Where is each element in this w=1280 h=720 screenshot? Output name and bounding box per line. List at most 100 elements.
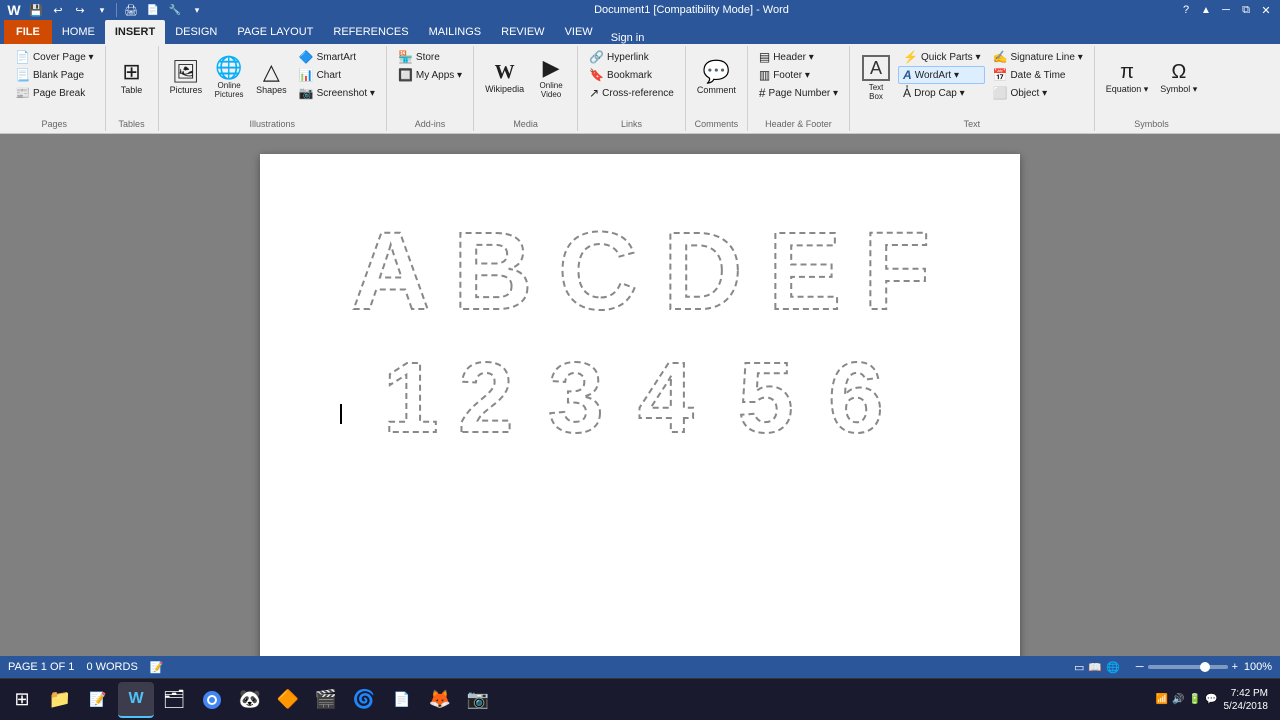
quick-parts-button[interactable]: ⚡ Quick Parts ▾ <box>898 48 985 66</box>
signature-line-button[interactable]: ✍ Signature Line ▾ <box>987 48 1087 66</box>
file-explorer-button[interactable]: 📁 <box>42 682 78 718</box>
smartart-button[interactable]: 🔷 SmartArt <box>294 48 380 66</box>
text-label: Text <box>856 119 1088 129</box>
drop-cap-button[interactable]: A̓ Drop Cap ▾ <box>898 84 985 102</box>
tab-home[interactable]: HOME <box>52 20 105 44</box>
panda-button[interactable]: 🐼 <box>232 682 268 718</box>
more-button[interactable]: 🔧 <box>165 0 185 20</box>
ribbon-group-tables: ⊞ Table Tables <box>106 46 159 131</box>
blank-page-button[interactable]: 📃 Blank Page <box>10 66 99 84</box>
letter-E: E <box>763 204 848 324</box>
restore-button[interactable]: ⧉ <box>1236 0 1256 20</box>
customize2-button[interactable]: ▾ <box>187 0 207 20</box>
view-reading-icon[interactable]: 📖 <box>1088 661 1102 674</box>
view-normal-icon[interactable]: ▭ <box>1074 661 1084 674</box>
cover-page-button[interactable]: 📄 Cover Page ▾ <box>10 48 99 66</box>
addins-col: 🏪 Store 🔲 My Apps ▾ <box>393 48 467 84</box>
number-3: 3 <box>543 334 623 444</box>
start-button[interactable]: ⊞ <box>4 682 40 718</box>
pictures-button[interactable]: 🖼 Pictures <box>165 48 208 108</box>
wordpad-button[interactable]: 📝 <box>80 682 116 718</box>
my-apps-button[interactable]: 🔲 My Apps ▾ <box>393 66 467 84</box>
close-button[interactable]: ✕ <box>1256 0 1276 20</box>
print-button[interactable]: 📄 <box>143 0 163 20</box>
customize-qa-button[interactable]: ▾ <box>92 0 112 20</box>
screenshot-button[interactable]: 📷 Screenshot ▾ <box>294 84 380 102</box>
zoom-out-button[interactable]: ─ <box>1136 661 1144 673</box>
footer-icon: ▥ <box>759 68 770 82</box>
quick-access-toolbar: W 💾 ↩ ↪ ▾ 🖨 📄 🔧 ▾ <box>4 0 207 20</box>
wikipedia-button[interactable]: W Wikipedia <box>480 48 529 108</box>
tray-network-icon[interactable]: 📶 <box>1156 694 1168 705</box>
taskbar: ⊞ 📁 📝 W 🗂 🐼 🔶 🎬 🌀 📄 🦊 📷 📶 🔊 🔋 💬 <box>0 678 1280 720</box>
online-video-button[interactable]: ▶ OnlineVideo <box>531 48 571 108</box>
camera-button[interactable]: 📷 <box>460 682 496 718</box>
equation-button[interactable]: π Equation ▾ <box>1101 48 1154 108</box>
undo-button[interactable]: ↩ <box>48 0 68 20</box>
page-number-button[interactable]: # Page Number ▾ <box>754 84 843 102</box>
firefox-button[interactable]: 🦊 <box>422 682 458 718</box>
tab-design[interactable]: DESIGN <box>165 20 227 44</box>
tab-view[interactable]: VIEW <box>555 20 603 44</box>
word-taskbar-button[interactable]: W <box>118 682 154 718</box>
pdf-button[interactable]: 📄 <box>384 682 420 718</box>
online-pictures-button[interactable]: 🌐 OnlinePictures <box>209 48 249 108</box>
date-time-button[interactable]: 📅 Date & Time <box>987 66 1087 84</box>
video-button[interactable]: 🎬 <box>308 682 344 718</box>
save-button[interactable]: 💾 <box>26 0 46 20</box>
tab-insert[interactable]: INSERT <box>105 20 165 44</box>
hyperlink-button[interactable]: 🔗 Hyperlink <box>584 48 679 66</box>
symbols-label: Symbols <box>1101 119 1203 129</box>
page-break-button[interactable]: 📰 Page Break <box>10 84 99 102</box>
help-button[interactable]: ? <box>1176 0 1196 20</box>
letters-row-2: 1 2 3 4 5 <box>378 334 903 444</box>
comment-button[interactable]: 💬 Comment <box>692 48 741 108</box>
tab-review[interactable]: REVIEW <box>491 20 554 44</box>
ribbon-group-pages: 📄 Cover Page ▾ 📃 Blank Page 📰 Page Break… <box>4 46 106 131</box>
chart-button[interactable]: 📊 Chart <box>294 66 380 84</box>
print-preview-button[interactable]: 🖨 <box>121 0 141 20</box>
cursor-area[interactable] <box>300 454 980 484</box>
zoom-thumb <box>1200 662 1210 672</box>
bookmark-button[interactable]: 🔖 Bookmark <box>584 66 679 84</box>
footer-button[interactable]: ▥ Footer ▾ <box>754 66 843 84</box>
tab-page-layout[interactable]: PAGE LAYOUT <box>227 20 323 44</box>
sign-in-link[interactable]: Sign in <box>603 32 653 44</box>
view-web-icon[interactable]: 🌐 <box>1106 661 1120 674</box>
tray-volume-icon[interactable]: 🔊 <box>1172 694 1184 705</box>
chrome-icon <box>202 690 222 710</box>
comments-label: Comments <box>692 119 741 129</box>
time-display: 7:42 PM <box>1224 687 1269 700</box>
date-time-icon: 📅 <box>992 68 1007 82</box>
letter-B: B <box>448 204 543 324</box>
tray-battery-icon[interactable]: 🔋 <box>1189 694 1201 705</box>
zoom-level[interactable]: 100% <box>1242 661 1272 673</box>
zoom-slider[interactable] <box>1148 665 1228 669</box>
document-area: A B C D E <box>0 134 1280 656</box>
clock[interactable]: 7:42 PM 5/24/2018 <box>1224 687 1269 713</box>
browser2-button[interactable]: 🌀 <box>346 682 382 718</box>
letter-D: D <box>658 204 753 324</box>
header-button[interactable]: ▤ Header ▾ <box>754 48 843 66</box>
object-button[interactable]: ⬜ Object ▾ <box>987 84 1087 102</box>
tab-references[interactable]: REFERENCES <box>323 20 418 44</box>
ribbon-toggle-button[interactable]: ▲ <box>1196 0 1216 20</box>
minimize-button[interactable]: ─ <box>1216 0 1236 20</box>
redo-button[interactable]: ↪ <box>70 0 90 20</box>
text-box-button[interactable]: A TextBox <box>856 48 896 108</box>
tray-action-center-icon[interactable]: 💬 <box>1205 694 1217 705</box>
page[interactable]: A B C D E <box>260 154 1020 656</box>
vlc-button[interactable]: 🔶 <box>270 682 306 718</box>
shapes-button[interactable]: △ Shapes <box>251 48 292 108</box>
store-button[interactable]: 🏪 Store <box>393 48 467 66</box>
zoom-in-button[interactable]: + <box>1232 661 1238 673</box>
cross-reference-button[interactable]: ↗ Cross-reference <box>584 84 679 102</box>
windows-explorer-button[interactable]: 🗂 <box>156 682 192 718</box>
chrome-button[interactable] <box>194 682 230 718</box>
symbol-icon: Ω <box>1171 62 1186 82</box>
symbol-button[interactable]: Ω Symbol ▾ <box>1155 48 1202 108</box>
table-button[interactable]: ⊞ Table <box>112 48 152 108</box>
tab-mailings[interactable]: MAILINGS <box>419 20 492 44</box>
tab-file[interactable]: FILE <box>4 20 52 44</box>
wordart-button[interactable]: A WordArt ▾ <box>898 66 985 84</box>
